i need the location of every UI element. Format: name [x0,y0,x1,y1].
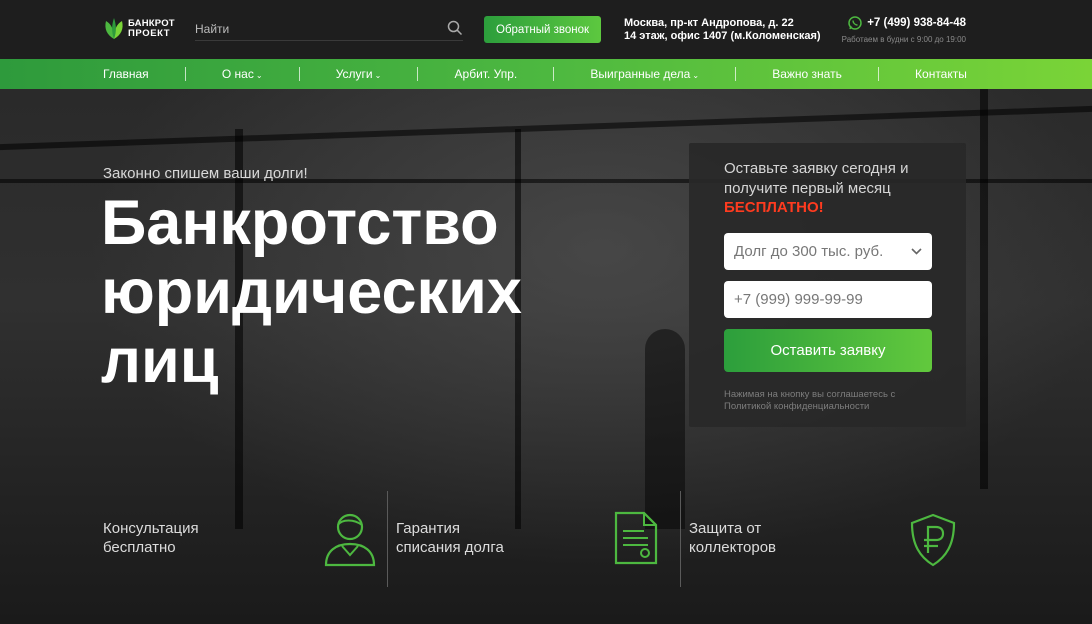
debt-amount-select[interactable]: Долг до 300 тыс. руб. [724,233,932,270]
nav-separator [735,67,737,81]
site-header: БАНКРОТ ПРОЕКТ Обратный звонок Москва, п… [0,0,1092,59]
privacy-policy-link[interactable]: Политикой конфиденциальности [724,401,934,413]
form-free-label: БЕСПЛАТНО! [724,199,824,216]
debt-amount-value: Долг до 300 тыс. руб. [734,243,884,260]
feature-line-2: бесплатно [103,539,176,556]
hero-title-line-2: юридических [101,257,522,327]
chevron-down-icon: ⌄ [374,71,382,80]
nav-item-label: Услуги [335,67,373,81]
nav-item-label: Арбит. Упр. [454,67,518,81]
contact-phone-block: +7 (499) 938-84-48 Работаем в будни с 9:… [842,16,966,44]
phone-link[interactable]: +7 (499) 938-84-48 [842,16,966,30]
ruble-shield-icon [910,513,956,567]
privacy-line-1: Нажимая на кнопку вы соглашаетесь с [724,389,896,400]
feature-divider [387,491,388,587]
office-address: Москва, пр-кт Андропова, д. 22 14 этаж, … [624,17,821,43]
feature-line-1: Защита от [689,520,762,537]
search-bar [195,18,463,41]
hero-title: Банкротство юридических лиц [101,189,522,396]
nav-item[interactable]: Важно знать [772,67,842,81]
privacy-notice: Нажимая на кнопку вы соглашаетесь с Поли… [724,389,934,413]
hero-title-line-3: лиц [101,326,219,396]
nav-item-label: Выигранные дела [590,67,691,81]
document-icon [614,511,658,565]
feature-protection: Защита от коллекторов [689,519,776,557]
phone-number: +7 (499) 938-84-48 [867,17,966,29]
working-hours: Работаем в будни с 9:00 до 19:00 [841,35,966,44]
submit-request-button[interactable]: Оставить заявку [724,329,932,372]
logo-line-2: ПРОЕКТ [128,28,171,39]
features-strip: Консультация бесплатно Гарантия списания… [0,489,1092,589]
form-lead-line-2: получите первый месяц [724,180,891,197]
nav-separator [417,67,419,81]
chevron-down-icon: ⌄ [692,71,700,80]
nav-item-label: Контакты [915,67,967,81]
search-icon[interactable] [447,20,463,36]
hero-subtitle: Законно спишем ваши долги! [103,165,308,182]
feature-guarantee: Гарантия списания долга [396,519,504,557]
nav-item-label: Важно знать [772,67,842,81]
form-lead-text: Оставьте заявку сегодня и получите первы… [724,159,908,199]
feature-consultation: Консультация бесплатно [103,519,199,557]
search-input[interactable] [195,18,435,39]
address-line-2: 14 этаж, офис 1407 (м.Коломенская) [624,30,821,42]
lead-form: Оставьте заявку сегодня и получите первы… [689,143,966,427]
phone-field[interactable] [724,281,932,318]
site-logo[interactable]: БАНКРОТ ПРОЕКТ [103,14,178,44]
whatsapp-icon[interactable] [848,16,862,30]
nav-separator [298,67,300,81]
main-nav: Главная О нас ⌄ Услуги ⌄ Арбит. Упр. Выигранны… [0,59,1092,89]
nav-item-label: Главная [103,67,149,81]
leaf-logo-icon [105,18,123,39]
bg-window-frame [980,89,988,489]
feature-line-2: списания долга [396,539,504,556]
form-lead-line-1: Оставьте заявку сегодня и [724,160,909,177]
nav-item[interactable]: Контакты [915,67,967,81]
nav-items: Главная О нас ⌄ Услуги ⌄ Арбит. Упр. Выигранны… [103,59,967,89]
chevron-down-icon [911,248,922,255]
callback-button[interactable]: Обратный звонок [484,16,601,43]
logo-text: БАНКРОТ ПРОЕКТ [128,19,175,39]
consultant-icon [324,513,376,567]
nav-item-label: О нас [221,67,254,81]
feature-divider [680,491,681,587]
nav-item[interactable]: Главная [103,67,149,81]
nav-item[interactable]: О нас ⌄ [222,67,263,81]
nav-separator [553,67,555,81]
nav-separator [877,67,879,81]
address-line-1: Москва, пр-кт Андропова, д. 22 [624,17,794,29]
nav-separator [184,67,186,81]
hero-section: Законно спишем ваши долги! Банкротство ю… [0,89,1092,624]
feature-line-1: Гарантия [396,520,460,537]
nav-item[interactable]: Арбит. Упр. [455,67,518,81]
hero-title-line-1: Банкротство [101,188,499,258]
chevron-down-icon: ⌄ [255,71,263,80]
feature-line-2: коллекторов [689,539,777,556]
nav-item[interactable]: Выигранные дела ⌄ [590,67,699,81]
nav-item[interactable]: Услуги ⌄ [336,67,382,81]
feature-line-1: Консультация [103,520,199,537]
